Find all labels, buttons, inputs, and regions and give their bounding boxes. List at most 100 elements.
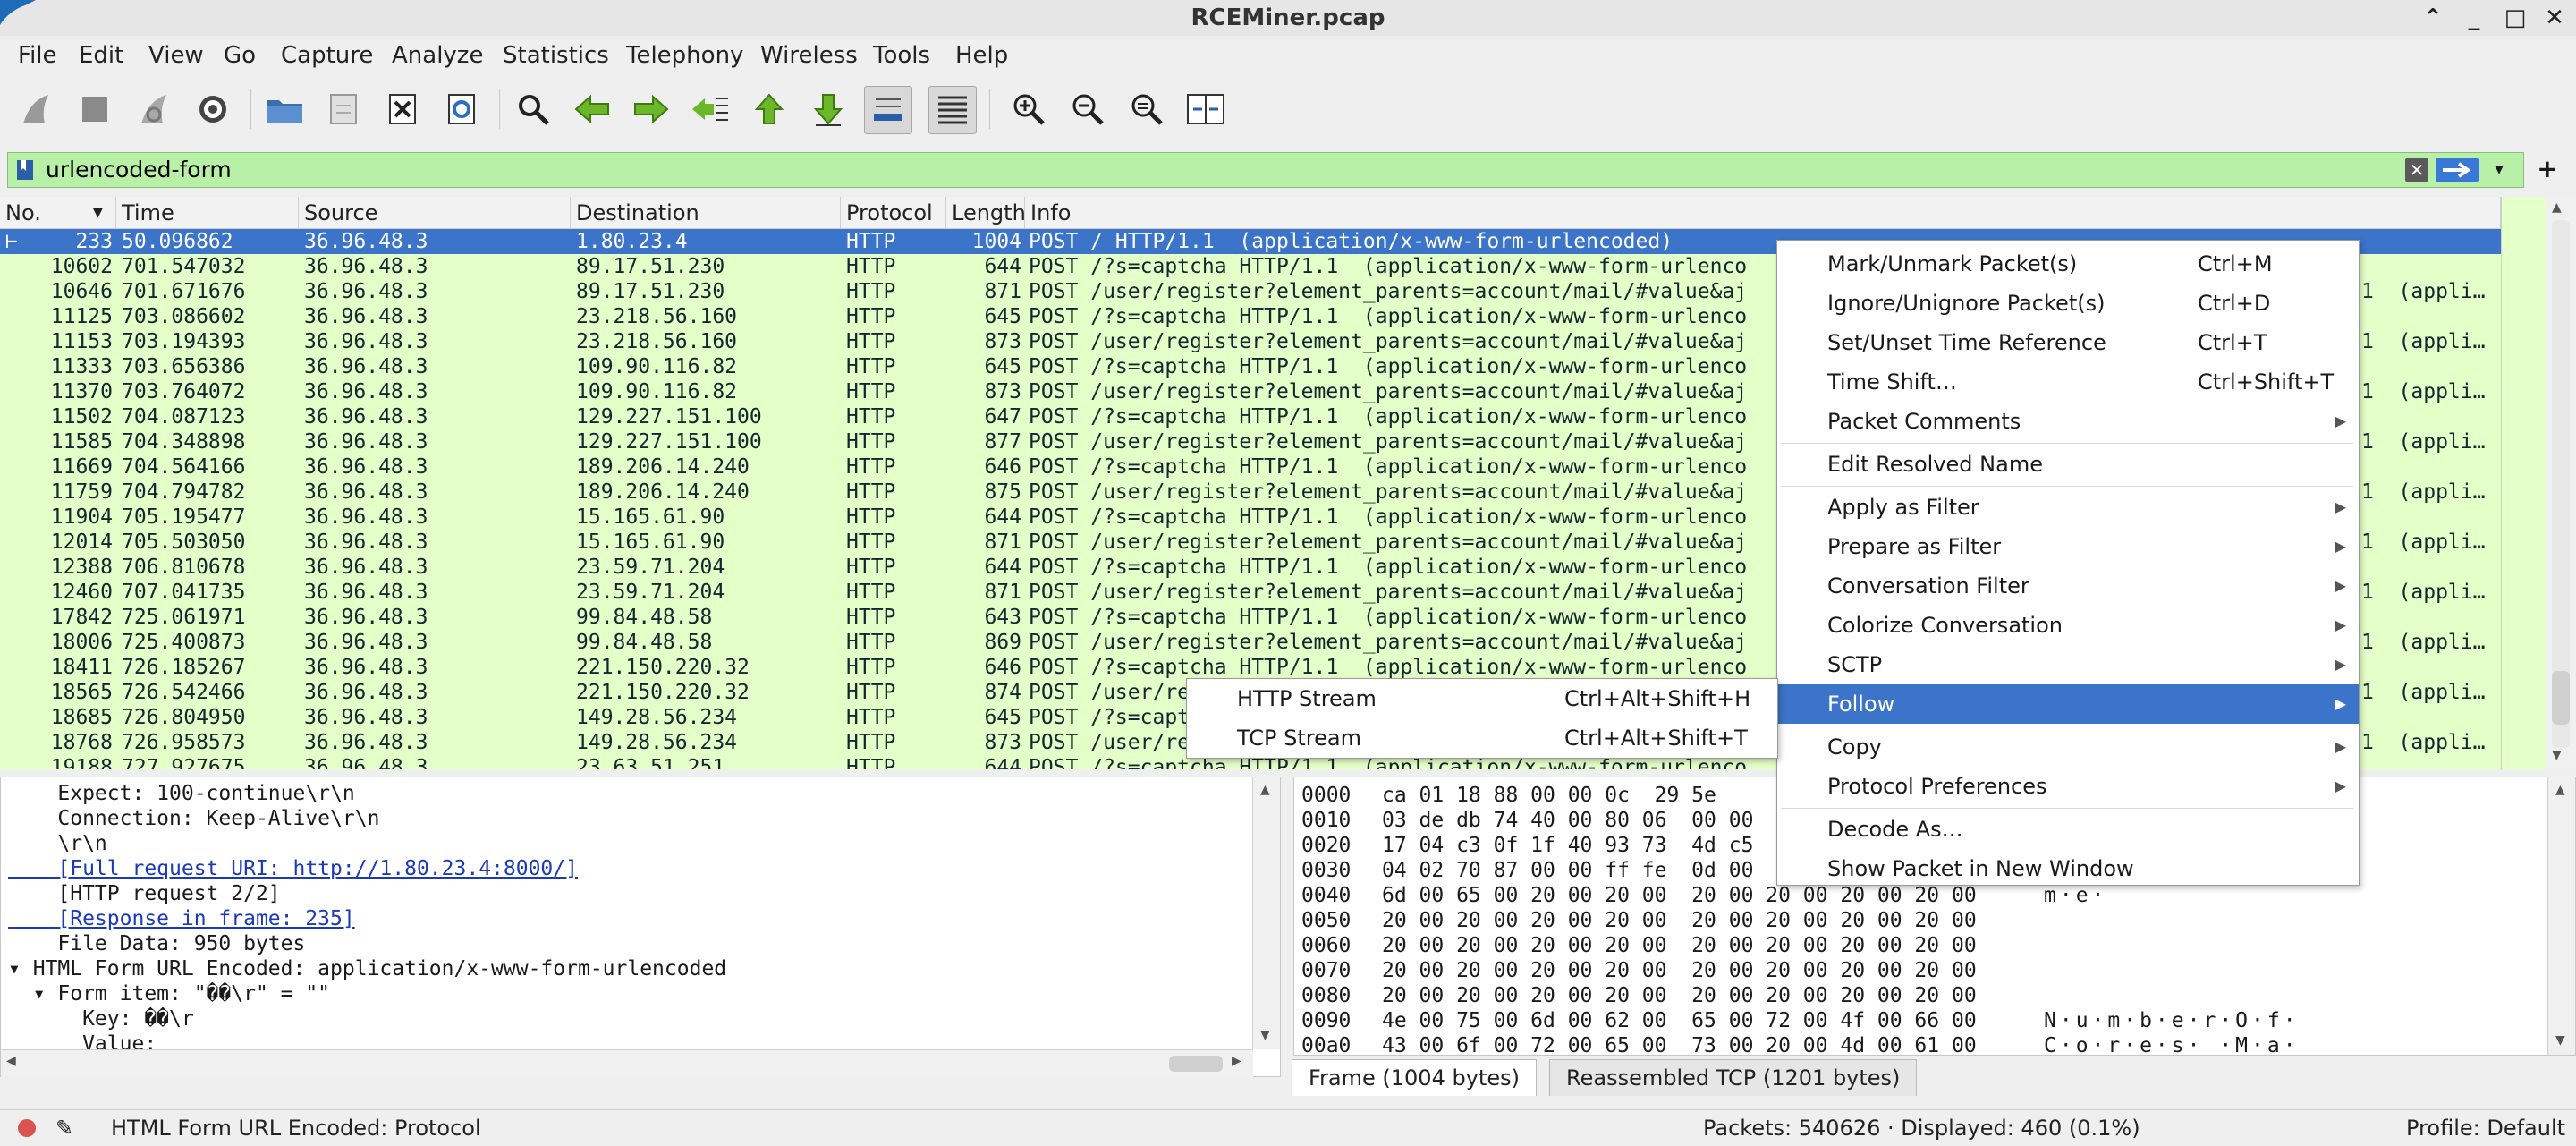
details-hscrollbar[interactable]: ◀ ▶ bbox=[1, 1049, 1253, 1077]
menu-edit[interactable]: Edit bbox=[79, 41, 123, 70]
byte-hex[interactable]: 03 de db 74 40 00 80 06 00 00 bbox=[1382, 808, 1753, 833]
bytes-scrollbar[interactable]: ▲ ▼ bbox=[2547, 777, 2575, 1055]
packet-list-scroll-thumb[interactable] bbox=[2552, 671, 2570, 725]
menu-statistics[interactable]: Statistics bbox=[503, 41, 609, 70]
capture-options-gear-icon[interactable] bbox=[190, 86, 236, 132]
expert-info-red-dot-icon[interactable] bbox=[18, 1119, 36, 1137]
zoom-out-icon[interactable] bbox=[1064, 86, 1111, 132]
detail-line[interactable]: ▾ HTML Form URL Encoded: application/x-w… bbox=[8, 956, 726, 981]
scroll-down-icon[interactable]: ▼ bbox=[2552, 748, 2562, 762]
resize-columns-icon[interactable] bbox=[1182, 86, 1229, 132]
byte-offset[interactable]: 00a0 bbox=[1301, 1033, 1351, 1055]
stop-capture-icon[interactable] bbox=[72, 86, 118, 132]
byte-ascii[interactable]: N·u·m·b·e·r·O·f· bbox=[2044, 1008, 2300, 1033]
byte-hex[interactable]: 20 00 20 00 20 00 20 00 20 00 20 00 20 0… bbox=[1382, 958, 1977, 983]
detail-link[interactable]: [Response in frame: 235] bbox=[8, 906, 354, 931]
zoom-normal-icon[interactable] bbox=[1123, 86, 1170, 132]
column-header-time[interactable]: Time bbox=[116, 197, 299, 229]
go-back-arrow-icon[interactable] bbox=[569, 86, 615, 132]
menu-wireless[interactable]: Wireless bbox=[760, 41, 858, 70]
byte-offset[interactable]: 0020 bbox=[1301, 833, 1351, 858]
filter-history-dropdown-icon[interactable]: ▾ bbox=[2486, 153, 2512, 187]
byte-hex[interactable]: 04 02 70 87 00 00 ff fe 0d 00 bbox=[1382, 858, 1753, 883]
detail-line[interactable]: Expect: 100-continue\r\n bbox=[8, 781, 354, 806]
capture-comment-edit-icon[interactable]: ✎ bbox=[55, 1116, 73, 1141]
display-filter-input[interactable]: urlencoded-form bbox=[46, 153, 232, 187]
column-header-no[interactable]: No. ▼ bbox=[0, 197, 116, 229]
column-header-destination[interactable]: Destination bbox=[571, 197, 841, 229]
detail-line[interactable]: \r\n bbox=[8, 831, 106, 856]
menu-view[interactable]: View bbox=[148, 41, 204, 70]
menu-item-show-packet-new-window[interactable]: Show Packet in New Window bbox=[1777, 849, 2359, 888]
packet-list-scrollbar[interactable]: ▲ ▼ bbox=[2501, 197, 2576, 769]
colorize-packets-toggle-icon[interactable] bbox=[928, 86, 977, 134]
menu-item-follow-http-stream[interactable]: HTTP Stream Ctrl+Alt+Shift+H bbox=[1187, 679, 1777, 718]
tab-frame-bytes[interactable]: Frame (1004 bytes) bbox=[1292, 1059, 1537, 1096]
menu-item-decode-as[interactable]: Decode As… bbox=[1777, 810, 2359, 849]
menu-item-copy[interactable]: Copy ▶ bbox=[1777, 727, 2359, 767]
menu-item-conversation-filter[interactable]: Conversation Filter ▶ bbox=[1777, 566, 2359, 606]
menu-item-protocol-preferences[interactable]: Protocol Preferences ▶ bbox=[1777, 767, 2359, 806]
save-file-icon[interactable] bbox=[320, 86, 367, 132]
menu-item-sctp[interactable]: SCTP ▶ bbox=[1777, 645, 2359, 684]
byte-offset[interactable]: 0000 bbox=[1301, 783, 1351, 808]
menu-item-colorize-conversation[interactable]: Colorize Conversation ▶ bbox=[1777, 606, 2359, 645]
bookmark-filter-icon[interactable] bbox=[13, 158, 37, 182]
start-capture-icon[interactable] bbox=[13, 86, 59, 132]
menu-item-ignore-unignore[interactable]: Ignore/Unignore Packet(s) Ctrl+D bbox=[1777, 284, 2359, 323]
column-header-info[interactable]: Info bbox=[1025, 197, 2501, 229]
menu-file[interactable]: File bbox=[18, 41, 57, 70]
byte-offset[interactable]: 0060 bbox=[1301, 933, 1351, 958]
go-to-first-packet-icon[interactable] bbox=[746, 86, 792, 132]
menu-item-apply-as-filter[interactable]: Apply as Filter ▶ bbox=[1777, 488, 2359, 527]
byte-offset[interactable]: 0010 bbox=[1301, 808, 1351, 833]
minimize-window-button[interactable]: _ bbox=[2456, 0, 2492, 36]
details-scrollbar[interactable]: ▲ ▼ bbox=[1252, 777, 1280, 1049]
byte-ascii[interactable]: C·o·r·e·s· ·M·a· bbox=[2044, 1033, 2300, 1055]
detail-line[interactable]: [HTTP request 2/2] bbox=[8, 881, 280, 906]
open-file-folder-icon[interactable] bbox=[261, 86, 308, 132]
maximize-window-button[interactable]: □ bbox=[2497, 0, 2533, 36]
tab-reassembled-tcp[interactable]: Reassembled TCP (1201 bytes) bbox=[1549, 1059, 1918, 1096]
byte-hex[interactable]: ca 01 18 88 00 00 0c 29 5e bbox=[1382, 783, 1716, 808]
byte-hex[interactable]: 20 00 20 00 20 00 20 00 20 00 20 00 20 0… bbox=[1382, 908, 1977, 933]
menu-item-edit-resolved-name[interactable]: Edit Resolved Name bbox=[1777, 445, 2359, 484]
scroll-up-icon[interactable]: ▲ bbox=[2552, 200, 2562, 215]
menu-tools[interactable]: Tools bbox=[873, 41, 930, 70]
menu-item-packet-comments[interactable]: Packet Comments ▶ bbox=[1777, 402, 2359, 441]
detail-link[interactable]: [Full request URI: http://1.80.23.4:8000… bbox=[8, 856, 578, 881]
byte-offset[interactable]: 0080 bbox=[1301, 983, 1351, 1008]
menu-item-time-shift[interactable]: Time Shift… Ctrl+Shift+T bbox=[1777, 362, 2359, 402]
column-header-protocol[interactable]: Protocol bbox=[841, 197, 946, 229]
menu-go[interactable]: Go bbox=[224, 41, 256, 70]
byte-offset[interactable]: 0040 bbox=[1301, 883, 1351, 908]
auto-scroll-toggle-icon[interactable] bbox=[864, 86, 912, 134]
collapse-window-button[interactable]: ⌃ bbox=[2415, 0, 2451, 36]
go-to-last-packet-icon[interactable] bbox=[805, 86, 852, 132]
byte-hex[interactable]: 43 00 6f 00 72 00 65 00 73 00 20 00 4d 0… bbox=[1382, 1033, 1977, 1055]
byte-hex[interactable]: 20 00 20 00 20 00 20 00 20 00 20 00 20 0… bbox=[1382, 983, 1977, 1008]
detail-line[interactable]: File Data: 950 bytes bbox=[8, 931, 305, 956]
add-filter-button-plus-icon[interactable]: + bbox=[2524, 152, 2571, 186]
detail-line[interactable]: ▾ Form item: "��\r" = "" bbox=[8, 981, 330, 1006]
status-profile[interactable]: Profile: Default bbox=[2406, 1110, 2565, 1146]
byte-offset[interactable]: 0070 bbox=[1301, 958, 1351, 983]
zoom-in-icon[interactable] bbox=[1005, 86, 1052, 132]
column-header-length[interactable]: Length bbox=[946, 197, 1025, 229]
byte-hex[interactable]: 4e 00 75 00 6d 00 62 00 65 00 72 00 4f 0… bbox=[1382, 1008, 1977, 1033]
byte-offset[interactable]: 0050 bbox=[1301, 908, 1351, 933]
menu-telephony[interactable]: Telephony bbox=[626, 41, 743, 70]
byte-offset[interactable]: 0090 bbox=[1301, 1008, 1351, 1033]
detail-line[interactable]: Value: bbox=[8, 1031, 157, 1049]
byte-hex[interactable]: 17 04 c3 0f 1f 40 93 73 4d c5 bbox=[1382, 833, 1753, 858]
find-packet-search-icon[interactable] bbox=[510, 86, 556, 132]
detail-line[interactable]: Key: ��\r bbox=[8, 1006, 194, 1031]
clear-filter-icon[interactable]: ✕ bbox=[2405, 158, 2428, 182]
restart-capture-icon[interactable] bbox=[131, 86, 177, 132]
reload-file-icon[interactable] bbox=[438, 86, 485, 132]
menu-item-mark-unmark[interactable]: Mark/Unmark Packet(s) Ctrl+M bbox=[1777, 244, 2359, 284]
byte-offset[interactable]: 0030 bbox=[1301, 858, 1351, 883]
menu-help[interactable]: Help bbox=[955, 41, 1008, 70]
menu-analyze[interactable]: Analyze bbox=[392, 41, 483, 70]
go-forward-arrow-icon[interactable] bbox=[628, 86, 674, 132]
